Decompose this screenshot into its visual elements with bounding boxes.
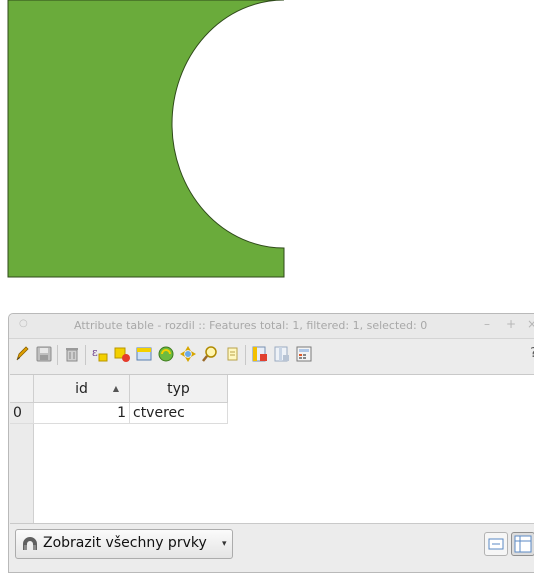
row-header-cell[interactable]: 0	[10, 403, 34, 424]
table-view-icon	[514, 535, 532, 553]
minimize-icon[interactable]: –	[484, 317, 490, 331]
delete-field-button[interactable]	[273, 345, 291, 363]
cell-typ[interactable]: ctverec	[130, 403, 228, 424]
deselect-icon	[114, 347, 130, 362]
form-view-icon	[488, 538, 504, 550]
attribute-table[interactable]: id ▲ typ 0 1 ctverec	[10, 374, 534, 524]
expression-select-icon: ε	[92, 346, 108, 362]
sort-ascending-icon: ▲	[112, 384, 119, 393]
move-selection-top-button[interactable]	[135, 345, 153, 363]
delete-selected-button[interactable]	[63, 345, 81, 363]
save-edits-button[interactable]	[35, 345, 53, 363]
column-header-typ[interactable]: typ	[130, 375, 228, 403]
help-button[interactable]: ?	[530, 346, 534, 361]
maximize-icon[interactable]: +	[506, 317, 516, 331]
copy-rows-button[interactable]	[223, 345, 241, 363]
difference-polygon[interactable]	[7, 0, 285, 278]
filter-icon	[23, 537, 37, 550]
invert-selection-button[interactable]	[157, 345, 175, 363]
copy-rows-icon	[227, 347, 238, 361]
map-svg	[7, 0, 285, 278]
chevron-down-icon: ▾	[222, 539, 227, 549]
svg-text:ε: ε	[92, 346, 98, 359]
close-icon[interactable]: ×	[527, 317, 534, 331]
window-titlebar[interactable]: ○ Attribute table - rozdil :: Features t…	[9, 314, 534, 339]
invert-selection-icon	[158, 346, 174, 362]
pan-to-selected-button[interactable]	[179, 345, 197, 363]
attribute-table-bottom-bar: Zobrazit všechny prvky ▾	[9, 524, 534, 564]
toggle-editing-button[interactable]	[13, 345, 31, 363]
form-view-button[interactable]	[484, 532, 508, 556]
delete-icon	[66, 348, 78, 362]
filter-label: Zobrazit všechny prvky	[43, 535, 207, 551]
field-calculator-icon	[296, 346, 312, 362]
deselect-all-button[interactable]	[113, 345, 131, 363]
table-view-button[interactable]	[511, 532, 534, 556]
save-icon	[36, 346, 52, 362]
table-row[interactable]: 0 1 ctverec	[10, 403, 534, 424]
table-header-row: id ▲ typ	[10, 375, 534, 403]
move-selection-top-icon	[136, 347, 152, 361]
map-canvas[interactable]	[0, 0, 534, 285]
zoom-to-selected-button[interactable]	[201, 345, 219, 363]
window-title: Attribute table - rozdil :: Features tot…	[74, 319, 428, 332]
pencil-icon	[16, 346, 29, 361]
show-all-features-button[interactable]: Zobrazit všechny prvky ▾	[15, 529, 233, 559]
attribute-toolbar: ε	[9, 339, 534, 371]
attribute-table-window: ○ Attribute table - rozdil :: Features t…	[8, 313, 534, 573]
new-field-button[interactable]	[251, 345, 269, 363]
new-field-icon	[252, 346, 267, 362]
cell-id[interactable]: 1	[34, 403, 130, 424]
zoom-to-selected-icon	[202, 346, 217, 362]
field-calculator-button[interactable]	[295, 345, 313, 363]
column-header-id[interactable]: id ▲	[34, 375, 130, 403]
select-by-expression-button[interactable]: ε	[91, 345, 109, 363]
delete-field-icon	[274, 346, 289, 362]
corner-header-cell[interactable]	[10, 375, 34, 403]
column-header-label: typ	[167, 381, 190, 397]
window-menu-icon[interactable]: ○	[19, 318, 28, 329]
pan-to-selected-icon	[180, 346, 196, 362]
column-header-label: id	[75, 381, 88, 397]
